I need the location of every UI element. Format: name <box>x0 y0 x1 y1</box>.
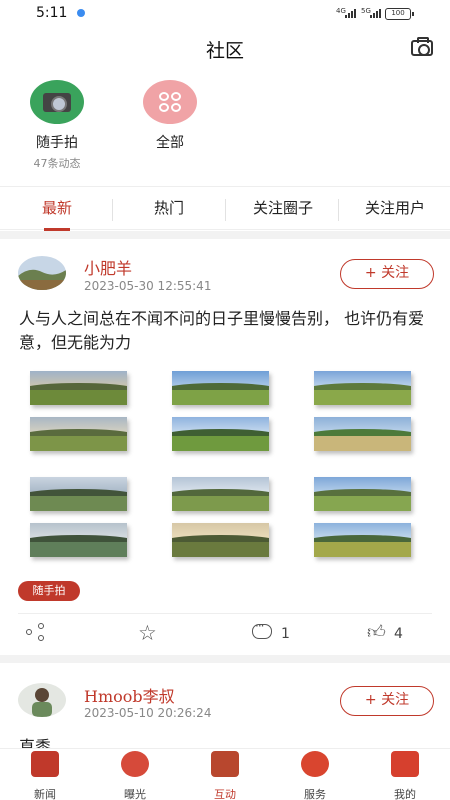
tab-followed-users[interactable]: 关注用户 <box>350 187 440 231</box>
share-icon[interactable] <box>26 623 46 643</box>
service-icon <box>301 751 329 777</box>
nav-interact[interactable]: 互动 <box>195 751 255 800</box>
post-time: 2023-05-30 12:55:41 <box>84 279 212 293</box>
signal-bars-icon <box>345 9 356 18</box>
tab-label: 热门 <box>153 199 184 217</box>
status-bar: 5:11 4G 5G 100 <box>0 0 450 28</box>
post-content: 人与人之间总在不闻不问的日子里慢慢告别， 也许仍有爱意，但无能为力 <box>19 309 425 352</box>
category-name: 随手拍 <box>36 135 78 151</box>
tab-latest[interactable]: 最新 <box>22 187 92 231</box>
exposure-icon <box>121 751 149 777</box>
tab-followed-circles[interactable]: 关注圈子 <box>238 187 328 231</box>
nav-exposure[interactable]: 曝光 <box>105 751 165 800</box>
follow-button[interactable]: + 关注 <box>340 259 434 289</box>
category-count: 47条动态 <box>33 157 81 170</box>
category-all[interactable]: 全部 <box>141 80 199 152</box>
post-card[interactable]: Hmoob李叔 2023-05-10 20:26:24 + 关注 直黍 <box>0 663 450 748</box>
photo-grid <box>30 371 418 563</box>
tab-label: 关注圈子 <box>252 199 313 217</box>
post-photo[interactable] <box>172 417 269 451</box>
post-author[interactable]: 小肥羊 <box>84 255 132 279</box>
post-content: 直黍 <box>19 737 52 748</box>
interact-icon <box>211 751 239 777</box>
section-gap <box>0 231 450 239</box>
post-tag[interactable]: 随手拍 <box>18 581 80 601</box>
post-photo[interactable] <box>314 523 411 557</box>
post-photo[interactable] <box>30 477 127 511</box>
post-photo[interactable] <box>314 477 411 511</box>
like-count: 4 <box>394 626 403 642</box>
post-actions: ☆ 1 👍︎ 4 <box>0 619 450 653</box>
post-photo[interactable] <box>30 523 127 557</box>
post-photo[interactable] <box>314 371 411 405</box>
profile-icon <box>391 751 419 777</box>
signal-bars-icon <box>370 9 381 18</box>
category-row: 随手拍 47条动态 全部 <box>0 80 450 180</box>
post-photo[interactable] <box>172 523 269 557</box>
category-suishoupai[interactable]: 随手拍 47条动态 <box>26 80 88 171</box>
section-gap <box>0 655 450 663</box>
post-card[interactable]: 小肥羊 2023-05-30 12:55:41 + 关注 人与人之间总在不闻不问… <box>0 239 450 653</box>
grid-icon <box>143 80 197 124</box>
status-time: 5:11 <box>36 5 68 21</box>
nav-label: 服务 <box>304 788 326 800</box>
nav-profile[interactable]: 我的 <box>375 751 435 800</box>
battery-icon: 100 <box>385 8 414 20</box>
avatar[interactable] <box>18 683 66 717</box>
category-name: 全部 <box>156 135 184 151</box>
feed-tabs: 最新 热门 关注圈子 关注用户 <box>0 186 450 231</box>
avatar[interactable] <box>18 256 66 290</box>
bottom-nav: 新闻 曝光 互动 服务 我的 <box>0 748 450 800</box>
camera-icon <box>30 80 84 124</box>
page-title: 社区 <box>205 40 244 62</box>
tab-label: 最新 <box>41 199 72 217</box>
news-icon <box>31 751 59 777</box>
nav-service[interactable]: 服务 <box>285 751 345 800</box>
post-photo[interactable] <box>30 417 127 451</box>
post-time: 2023-05-10 20:26:24 <box>84 706 212 720</box>
tab-label: 关注用户 <box>364 199 425 217</box>
nav-label: 新闻 <box>34 788 56 800</box>
nav-label: 我的 <box>394 788 416 800</box>
post-photo[interactable] <box>172 371 269 405</box>
comment-count: 1 <box>281 626 290 642</box>
follow-button[interactable]: + 关注 <box>340 686 434 716</box>
tab-hot[interactable]: 热门 <box>134 187 204 231</box>
camera-icon[interactable] <box>411 37 433 56</box>
notification-dot-icon <box>77 9 85 17</box>
comment-icon[interactable] <box>252 619 272 639</box>
post-photo[interactable] <box>172 477 269 511</box>
post-photo[interactable] <box>314 417 411 451</box>
star-icon[interactable]: ☆ <box>138 621 157 651</box>
post-photo[interactable] <box>30 371 127 405</box>
post-author[interactable]: Hmoob李叔 <box>84 683 175 707</box>
nav-news[interactable]: 新闻 <box>15 751 75 800</box>
app-header: 社区 <box>0 28 450 72</box>
thumbs-up-icon[interactable]: 👍︎ <box>367 621 386 651</box>
nav-label: 互动 <box>214 788 236 800</box>
divider <box>18 613 432 614</box>
nav-label: 曝光 <box>124 788 146 800</box>
